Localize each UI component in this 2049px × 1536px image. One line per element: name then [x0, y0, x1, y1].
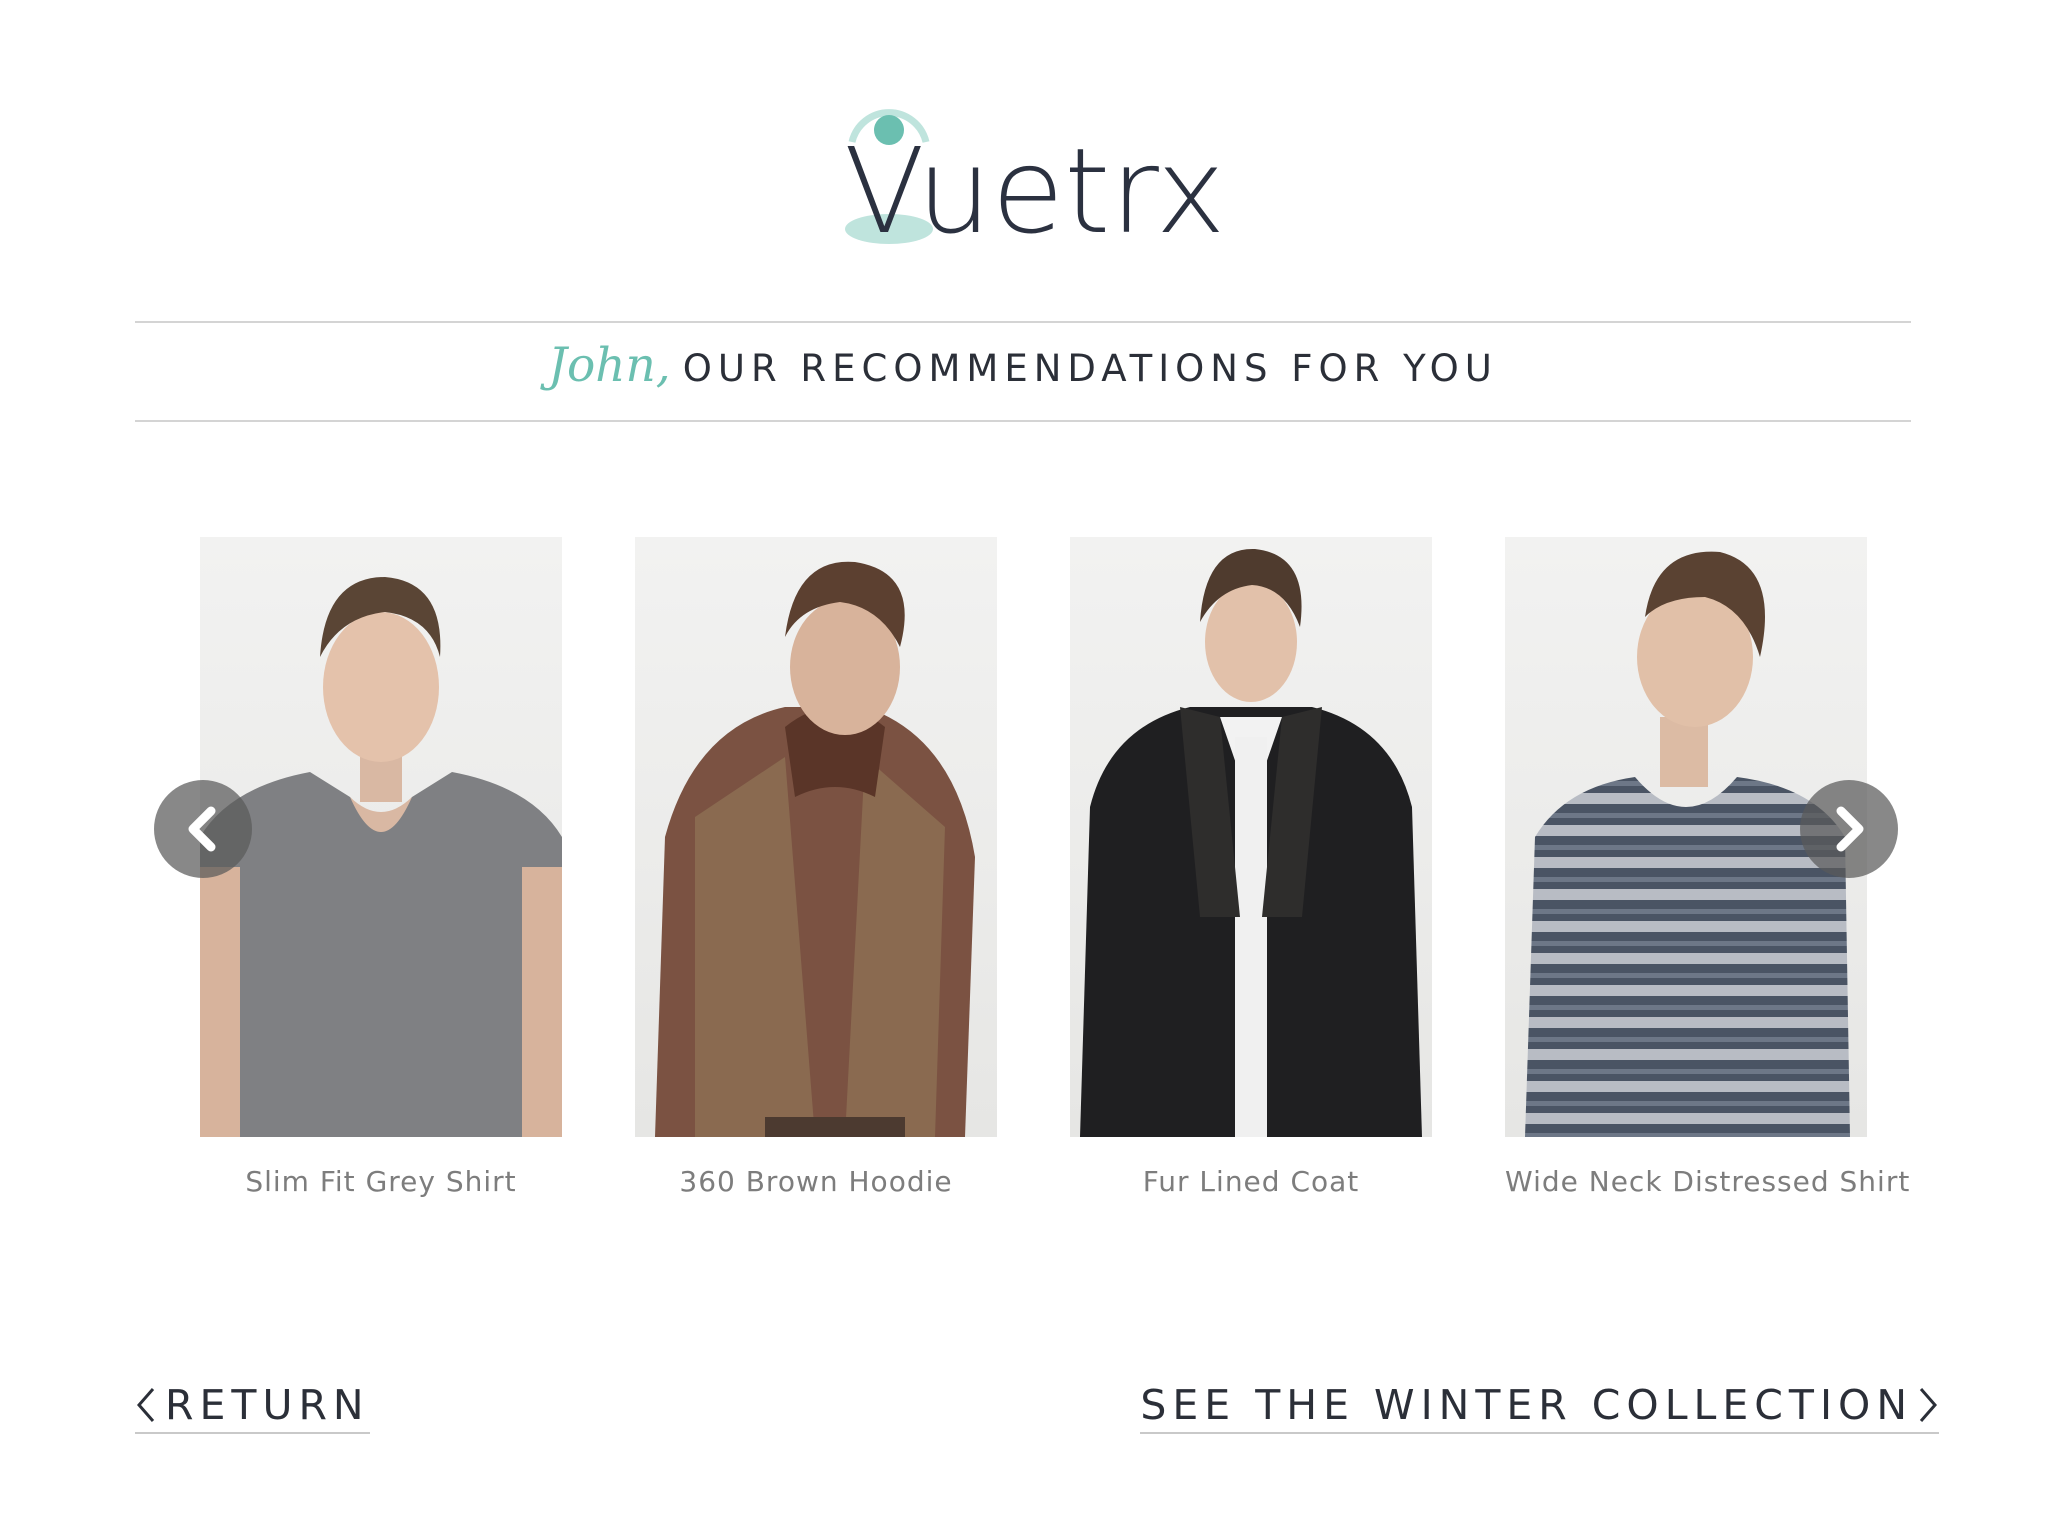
- return-link[interactable]: RETURN: [135, 1378, 370, 1434]
- carousel-next-button[interactable]: [1800, 780, 1898, 878]
- product-name[interactable]: 360 Brown Hoodie: [635, 1165, 997, 1198]
- brand-logo: Vuetrx: [844, 109, 1220, 250]
- top-divider: [135, 321, 1911, 323]
- man-black-coat-image: [1080, 548, 1422, 1137]
- winter-collection-label: SEE THE WINTER COLLECTION: [1140, 1381, 1913, 1429]
- product-name[interactable]: Slim Fit Grey Shirt: [200, 1165, 562, 1198]
- bottom-divider: [135, 420, 1911, 422]
- heading-text: OUR RECOMMENDATIONS FOR YOU: [682, 347, 1498, 390]
- product-card[interactable]: Slim Fit Grey Shirt: [200, 537, 562, 1198]
- page-heading: John, OUR RECOMMENDATIONS FOR YOU: [135, 338, 1911, 408]
- user-name: John,: [548, 338, 671, 393]
- man-grey-vneck-tshirt-image: [200, 577, 562, 1137]
- product-card[interactable]: 360 Brown Hoodie: [635, 537, 997, 1198]
- chevron-left-icon: [188, 806, 216, 852]
- chevron-right-icon: [1836, 806, 1864, 852]
- product-card[interactable]: Fur Lined Coat: [1070, 537, 1432, 1198]
- carousel-prev-button[interactable]: [154, 780, 252, 878]
- product-name[interactable]: Fur Lined Coat: [1070, 1165, 1432, 1198]
- product-photo[interactable]: [1070, 537, 1432, 1137]
- return-label: RETURN: [165, 1381, 370, 1429]
- chevron-left-icon: [137, 1388, 155, 1422]
- product-photo[interactable]: [200, 537, 562, 1137]
- product-card[interactable]: Wide Neck Distressed Shirt: [1505, 537, 1909, 1198]
- man-brown-hoodie-vest-image: [655, 561, 975, 1137]
- chevron-right-icon: [1919, 1388, 1937, 1422]
- product-photo[interactable]: [635, 537, 997, 1137]
- product-name[interactable]: Wide Neck Distressed Shirt: [1505, 1165, 1909, 1198]
- brand-wordmark: Vuetrx: [844, 122, 1220, 250]
- winter-collection-link[interactable]: SEE THE WINTER COLLECTION: [1140, 1378, 1939, 1434]
